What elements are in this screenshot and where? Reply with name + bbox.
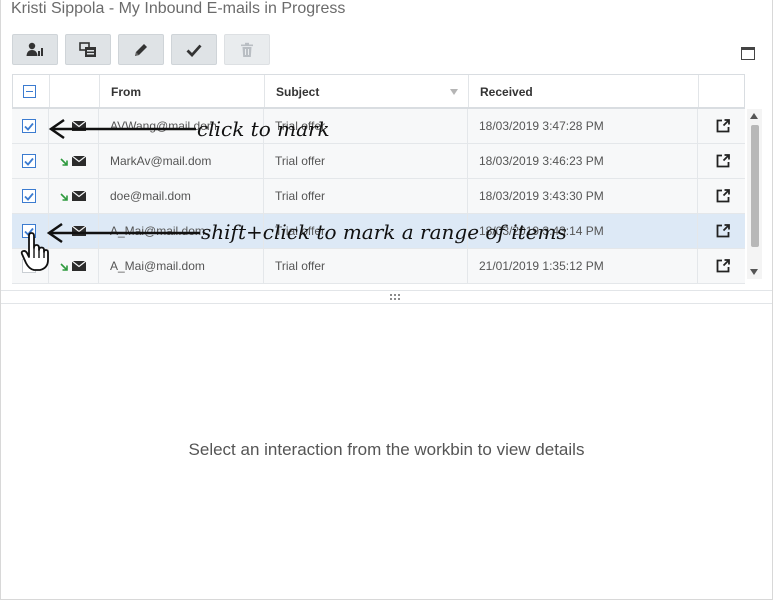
move-to-workbin-button[interactable]: [65, 34, 111, 65]
select-all-checkbox[interactable]: [23, 85, 36, 98]
open-external-cell[interactable]: [716, 214, 730, 248]
workbin-person-icon: [26, 42, 43, 56]
row-divider: [697, 109, 698, 143]
scroll-thumb[interactable]: [751, 125, 759, 247]
inbound-arrow-icon: [60, 263, 68, 271]
cell-received: 21/01/2019 1:35:12 PM: [479, 259, 604, 273]
checkmark-icon: [24, 157, 34, 166]
inbound-arrow-icon: [60, 193, 68, 201]
hand-cursor-icon: [20, 232, 49, 271]
row-divider: [467, 249, 468, 283]
interaction-type-cell: [60, 144, 86, 178]
open-external-cell[interactable]: [716, 144, 730, 178]
details-empty-message: Select an interaction from the workbin t…: [188, 440, 585, 459]
open-external-cell[interactable]: [716, 109, 730, 143]
row-divider: [697, 144, 698, 178]
annotation-shift-click: shift+click to mark a range of items: [201, 220, 567, 244]
row-divider: [48, 179, 49, 213]
workbin-toolbar: [12, 34, 270, 65]
open-external-icon[interactable]: [716, 119, 730, 133]
col-divider: [264, 75, 265, 107]
grid-scrollbar[interactable]: [747, 109, 762, 279]
cell-from: doe@mail.dom: [110, 189, 191, 203]
open-external-icon[interactable]: [716, 189, 730, 203]
open-external-icon[interactable]: [716, 224, 730, 238]
checkmark-icon: [24, 122, 34, 131]
cell-received: 18/03/2019 3:43:30 PM: [479, 189, 604, 203]
pane-splitter[interactable]: [1, 290, 772, 304]
splitter-grip-icon[interactable]: [390, 294, 402, 300]
cell-subject: Trial offer: [275, 189, 326, 203]
cell-received: 18/03/2019 3:47:28 PM: [479, 119, 604, 133]
row-checkbox[interactable]: [22, 189, 36, 203]
row-checkbox-cell[interactable]: [22, 144, 36, 178]
annotation-arrow: [48, 118, 196, 140]
interaction-type-cell: [60, 179, 86, 213]
inbound-arrow-icon: [60, 158, 68, 166]
table-row[interactable]: MarkAv@mail.dom Trial offer 18/03/2019 3:4…: [12, 144, 745, 179]
workbin-grid: From Subject Received AVWang@mail.dom Tri…: [12, 74, 762, 284]
annotation-arrow: [46, 222, 200, 244]
email-envelope-icon: [72, 156, 86, 166]
sort-arrow-icon[interactable]: [450, 75, 458, 108]
workbin-person-button[interactable]: [12, 34, 58, 65]
row-checkbox[interactable]: [22, 154, 36, 168]
row-checkbox-cell[interactable]: [22, 109, 36, 143]
mark-done-button[interactable]: [171, 34, 217, 65]
interaction-type-cell: [60, 249, 86, 283]
col-divider: [698, 75, 699, 107]
row-divider: [48, 144, 49, 178]
row-divider: [263, 179, 264, 213]
open-external-icon[interactable]: [716, 154, 730, 168]
row-divider: [697, 179, 698, 213]
scroll-down-arrow-icon[interactable]: [750, 269, 758, 275]
email-envelope-icon: [72, 191, 86, 201]
row-checkbox[interactable]: [22, 119, 36, 133]
delete-button[interactable]: [224, 34, 270, 65]
row-divider: [697, 249, 698, 283]
open-external-cell[interactable]: [716, 249, 730, 283]
row-divider: [263, 249, 264, 283]
row-checkbox-cell[interactable]: [22, 179, 36, 213]
checkmark-icon: [24, 192, 34, 201]
col-divider: [49, 75, 50, 107]
row-divider: [697, 214, 698, 248]
cell-subject: Trial offer: [275, 259, 326, 273]
edit-pencil-icon: [135, 43, 147, 56]
cell-from: A_Mai@mail.dom: [110, 259, 205, 273]
column-header-from[interactable]: From: [111, 75, 141, 108]
delete-trash-icon: [241, 42, 253, 57]
annotation-click-to-mark: click to mark: [197, 117, 330, 141]
row-divider: [98, 179, 99, 213]
row-divider: [467, 179, 468, 213]
row-divider: [263, 144, 264, 178]
row-divider: [467, 144, 468, 178]
open-external-cell[interactable]: [716, 179, 730, 213]
email-envelope-icon: [72, 261, 86, 271]
grid-header: From Subject Received: [12, 74, 745, 109]
col-divider: [99, 75, 100, 107]
row-divider: [98, 249, 99, 283]
window-title: Kristi Sippola - My Inbound E-mails in P…: [11, 0, 346, 17]
mark-done-check-icon: [186, 44, 202, 57]
maximize-icon[interactable]: [741, 47, 755, 60]
row-divider: [467, 109, 468, 143]
edit-button[interactable]: [118, 34, 164, 65]
col-divider: [468, 75, 469, 107]
column-header-received[interactable]: Received: [480, 75, 533, 108]
cell-from: MarkAv@mail.dom: [110, 154, 212, 168]
cell-received: 18/03/2019 3:46:23 PM: [479, 154, 604, 168]
scroll-up-arrow-icon[interactable]: [750, 113, 758, 119]
open-external-icon[interactable]: [716, 259, 730, 273]
select-all-cell[interactable]: [23, 75, 36, 108]
table-row[interactable]: A_Mai@mail.dom Trial offer 21/01/2019 1:35…: [12, 249, 745, 284]
cell-subject: Trial offer: [275, 154, 326, 168]
column-header-subject[interactable]: Subject: [276, 75, 319, 108]
move-to-workbin-icon: [79, 41, 96, 57]
table-row[interactable]: doe@mail.dom Trial offer 18/03/2019 3:43:3…: [12, 179, 745, 214]
row-divider: [98, 144, 99, 178]
